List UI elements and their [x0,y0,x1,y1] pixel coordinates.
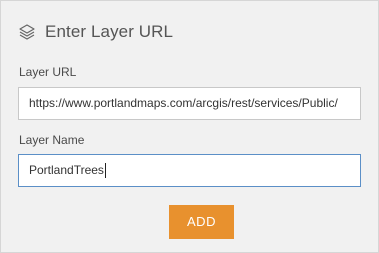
add-layer-panel: Enter Layer URL Layer URL https://www.po… [0,0,379,253]
layer-name-input[interactable]: PortlandTrees [18,154,361,187]
layer-url-label: Layer URL [19,65,77,79]
panel-title: Enter Layer URL [45,22,174,41]
layer-name-value: PortlandTrees [29,163,104,177]
layer-url-value: https://www.portlandmaps.com/arcgis/rest… [29,96,338,110]
text-caret [104,163,106,179]
layer-name-label: Layer Name [19,133,85,147]
layers-icon [18,23,36,41]
add-button[interactable]: ADD [169,205,234,239]
layer-url-input[interactable]: https://www.portlandmaps.com/arcgis/rest… [18,87,361,120]
panel-header: Enter Layer URL [18,20,173,44]
